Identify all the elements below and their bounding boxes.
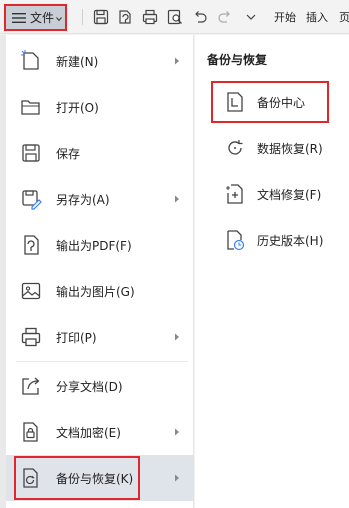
export-image-icon <box>19 279 43 303</box>
submenu-label: 数据恢复(R) <box>257 142 323 156</box>
menu-label: 新建(N) <box>56 54 99 69</box>
new-doc-icon <box>19 49 43 73</box>
submenu-label: 文档修复(F) <box>257 188 322 202</box>
file-menu: 新建(N) 打开(O) 保存 另存为(A) 输出为PDF(F) 输出为图片(G)… <box>6 35 194 508</box>
menu-item-save-as[interactable]: 另存为(A) <box>6 179 194 219</box>
share-icon <box>19 374 43 398</box>
save-as-icon <box>19 187 43 211</box>
menu-label: 分享文档(D) <box>56 379 123 394</box>
menu-label: 打开(O) <box>56 100 99 115</box>
hamburger-icon <box>12 12 26 24</box>
doc-repair-icon <box>223 182 247 206</box>
highlight-box-backup <box>14 456 140 500</box>
print-preview-icon[interactable] <box>166 8 184 26</box>
menu-item-export-pdf[interactable]: 输出为PDF(F) <box>6 225 194 265</box>
menu-label: 文档加密(E) <box>56 425 121 440</box>
menu-item-new[interactable]: 新建(N) <box>6 41 194 81</box>
submenu-label: 历史版本(H) <box>257 234 324 248</box>
menu-item-print[interactable]: 打印(P) <box>6 317 194 357</box>
menu-label: 另存为(A) <box>56 192 110 207</box>
submenu-title: 备份与恢复 <box>207 53 268 67</box>
print-icon <box>19 325 43 349</box>
file-menu-label: 文件 <box>30 11 55 25</box>
menu-label: 保存 <box>56 146 81 161</box>
folder-open-icon <box>19 95 43 119</box>
data-recovery-icon <box>223 136 247 160</box>
save-icon[interactable] <box>92 8 110 26</box>
chevron-right-icon <box>174 333 180 341</box>
redo-icon[interactable] <box>216 8 234 26</box>
chevron-right-icon <box>174 474 180 482</box>
history-version-icon <box>223 228 247 252</box>
submenu-item-data-recovery[interactable]: 数据恢复(R) <box>195 128 349 168</box>
save-icon <box>19 141 43 165</box>
file-caret-icon <box>56 16 62 22</box>
backup-submenu: 备份与恢复 备份中心 数据恢复(R) 文档修复(F) 历史版本(H) <box>195 35 349 508</box>
toolbar-divider <box>82 9 83 25</box>
menu-item-share[interactable]: 分享文档(D) <box>6 366 194 406</box>
undo-icon[interactable] <box>191 8 209 26</box>
tab-insert[interactable]: 插入 <box>306 9 328 25</box>
chevron-right-icon <box>174 428 180 436</box>
export-icon[interactable] <box>116 8 134 26</box>
menu-item-encrypt[interactable]: 文档加密(E) <box>6 412 194 452</box>
menu-label: 打印(P) <box>56 330 97 345</box>
menu-item-save[interactable]: 保存 <box>6 133 194 173</box>
submenu-item-history-version[interactable]: 历史版本(H) <box>195 220 349 260</box>
tab-start[interactable]: 开始 <box>274 9 296 25</box>
encrypt-icon <box>19 420 43 444</box>
highlight-box-backup-center <box>211 81 329 123</box>
menu-item-open[interactable]: 打开(O) <box>6 87 194 127</box>
submenu-item-doc-repair[interactable]: 文档修复(F) <box>195 174 349 214</box>
more-dropdown-icon[interactable] <box>242 8 260 26</box>
chevron-right-icon <box>174 195 180 203</box>
file-menu-button[interactable]: 文件 <box>4 4 67 31</box>
print-icon[interactable] <box>141 8 159 26</box>
top-toolbar: 文件 开始 插入 页 <box>0 0 349 34</box>
menu-label: 输出为PDF(F) <box>56 238 132 253</box>
chevron-right-icon <box>174 57 180 65</box>
export-pdf-icon <box>19 233 43 257</box>
menu-item-export-image[interactable]: 输出为图片(G) <box>6 271 194 311</box>
tab-page[interactable]: 页 <box>339 9 349 25</box>
menu-divider <box>16 361 188 362</box>
menu-label: 输出为图片(G) <box>56 284 135 299</box>
